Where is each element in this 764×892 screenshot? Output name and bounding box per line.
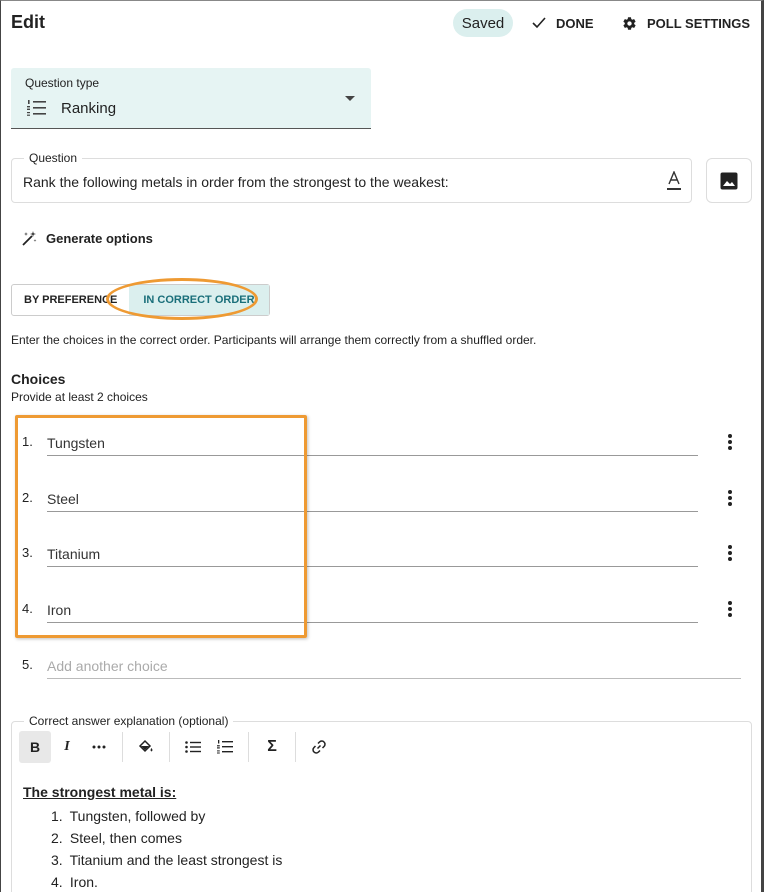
math-button[interactable]: Σ	[256, 731, 288, 763]
choice-row: 2. Steel	[22, 486, 742, 516]
ranking-mode-toggle: BY PREFERENCE IN CORRECT ORDER	[11, 284, 270, 316]
toolbar-divider	[122, 732, 123, 762]
question-type-value: Ranking	[61, 100, 117, 117]
toolbar-divider	[295, 732, 296, 762]
numbered-list-icon	[217, 740, 233, 754]
link-button[interactable]	[303, 731, 335, 763]
italic-icon: I	[64, 739, 70, 754]
list-item: 3. Titanium and the least strongest is	[51, 852, 283, 868]
toolbar-divider	[248, 732, 249, 762]
choice-row: 1. Tungsten	[22, 430, 742, 460]
choice-number: 1.	[22, 434, 33, 449]
choices-hint: Provide at least 2 choices	[11, 390, 148, 404]
poll-settings-button[interactable]: POLL SETTINGS	[622, 12, 750, 34]
question-type-select[interactable]: Question type Ranking	[11, 68, 371, 129]
numbered-list-button[interactable]	[209, 731, 241, 763]
magic-wand-icon	[22, 231, 37, 246]
choice-input[interactable]: Iron	[47, 597, 698, 623]
sigma-icon: Σ	[267, 738, 277, 755]
choice-input[interactable]: Titanium	[47, 541, 698, 567]
toolbar-divider	[169, 732, 170, 762]
question-type-label: Question type	[25, 76, 100, 90]
more-horiz-button[interactable]	[83, 731, 115, 763]
add-choice-row: 5. Add another choice	[22, 653, 742, 683]
choice-number: 5.	[22, 657, 33, 672]
italic-button[interactable]: I	[51, 731, 83, 763]
link-icon	[312, 740, 326, 754]
list-item: 2. Steel, then comes	[51, 830, 182, 846]
bullet-list-button[interactable]	[177, 731, 209, 763]
saved-status-badge: Saved	[453, 9, 513, 37]
choices-heading: Choices	[11, 371, 66, 387]
bullet-list-icon	[185, 741, 201, 753]
poll-settings-label: POLL SETTINGS	[647, 15, 751, 31]
more-vert-icon[interactable]	[727, 432, 733, 452]
explanation-list: 1. Tungsten, followed by 2. Steel, then …	[51, 805, 282, 892]
font-color-icon[interactable]	[667, 171, 681, 191]
add-choice-input[interactable]: Add another choice	[47, 653, 741, 679]
choice-input[interactable]: Steel	[47, 486, 698, 512]
add-image-button[interactable]	[706, 158, 752, 203]
more-vert-icon[interactable]	[727, 599, 733, 619]
question-input[interactable]: Rank the following metals in order from …	[23, 174, 449, 190]
explanation-heading: The strongest metal is:	[23, 784, 177, 800]
gear-icon	[623, 16, 636, 30]
editor-toolbar: B I Σ	[19, 730, 335, 764]
done-button[interactable]: DONE	[532, 12, 594, 34]
question-field[interactable]: Question Rank the following metals in or…	[11, 151, 692, 203]
question-label: Question	[24, 151, 83, 165]
explanation-label: Correct answer explanation (optional)	[24, 714, 234, 728]
chevron-down-icon	[345, 96, 355, 101]
choice-input[interactable]: Tungsten	[47, 430, 698, 456]
bold-icon: B	[29, 739, 41, 755]
choice-row: 4. Iron	[22, 597, 742, 627]
paint-bucket-icon	[138, 739, 153, 753]
generate-options-button[interactable]: Generate options	[22, 230, 153, 246]
generate-options-label: Generate options	[46, 230, 153, 246]
bold-button[interactable]: B	[19, 731, 51, 763]
choice-number: 2.	[22, 490, 33, 505]
explanation-editor: Correct answer explanation (optional) B …	[11, 714, 752, 892]
choice-number: 4.	[22, 601, 33, 616]
list-ordered-icon	[27, 100, 46, 116]
image-icon	[720, 172, 738, 189]
done-label: DONE	[556, 15, 594, 31]
mode-by-preference[interactable]: BY PREFERENCE	[12, 285, 129, 315]
choice-row: 3. Titanium	[22, 541, 742, 571]
instructions-text: Enter the choices in the correct order. …	[11, 333, 537, 347]
fill-color-button[interactable]	[130, 731, 162, 763]
list-item: 1. Tungsten, followed by	[51, 808, 206, 824]
more-horiz-icon	[92, 745, 106, 749]
list-item: 4. Iron.	[51, 874, 98, 890]
check-icon	[532, 17, 546, 29]
choice-number: 3.	[22, 545, 33, 560]
more-vert-icon[interactable]	[727, 543, 733, 563]
mode-in-correct-order[interactable]: IN CORRECT ORDER	[129, 285, 269, 315]
page-title: Edit	[11, 12, 45, 32]
more-vert-icon[interactable]	[727, 488, 733, 508]
